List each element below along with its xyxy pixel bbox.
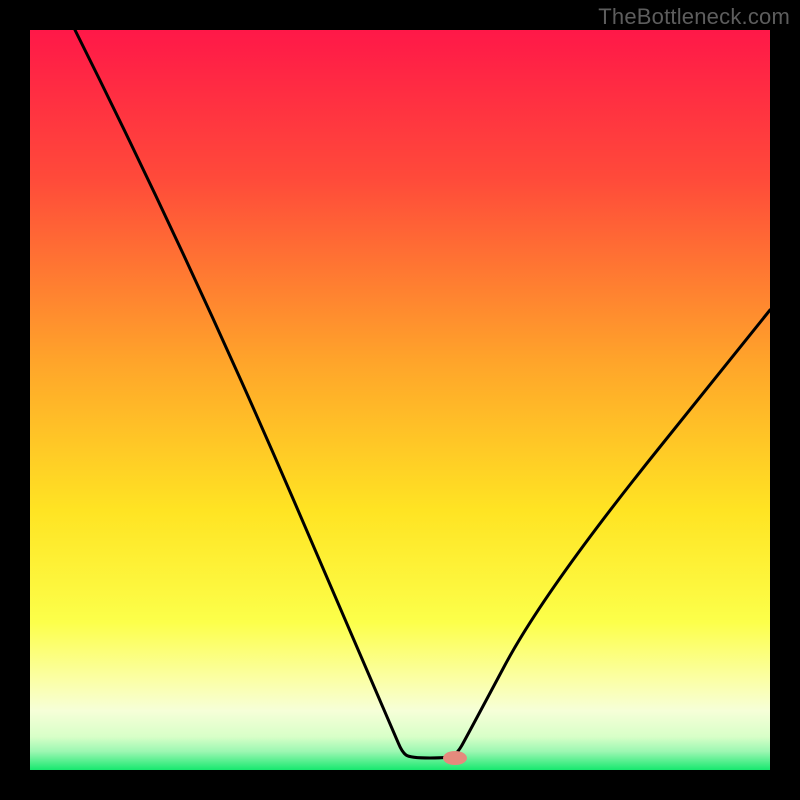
chart-frame: TheBottleneck.com (0, 0, 800, 800)
optimum-marker (443, 751, 467, 765)
watermark-text: TheBottleneck.com (598, 4, 790, 30)
bottleneck-chart (0, 0, 800, 800)
plot-background (30, 30, 770, 770)
